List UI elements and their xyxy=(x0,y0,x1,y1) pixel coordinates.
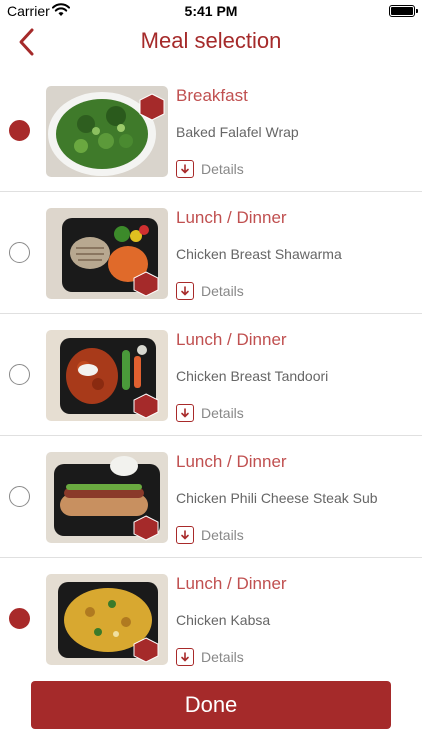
details-label: Details xyxy=(201,527,244,543)
meal-row-tandoori[interactable]: Lunch / Dinner Chicken Breast Tandoori D… xyxy=(0,314,422,436)
meal-name: Chicken Kabsa xyxy=(176,612,271,628)
select-radio[interactable] xyxy=(9,486,30,507)
select-radio[interactable] xyxy=(9,608,30,629)
details-label: Details xyxy=(201,161,244,177)
download-arrow-icon xyxy=(176,404,194,422)
download-arrow-icon xyxy=(176,160,194,178)
status-bar: Carrier 5:41 PM xyxy=(0,0,422,22)
details-label: Details xyxy=(201,649,244,665)
details-label: Details xyxy=(201,283,244,299)
download-arrow-icon xyxy=(176,282,194,300)
select-radio[interactable] xyxy=(9,242,30,263)
details-button[interactable]: Details xyxy=(176,525,244,545)
meal-list: Breakfast Baked Falafel Wrap Details Lun… xyxy=(0,70,422,680)
meal-type-label: Lunch / Dinner xyxy=(176,452,287,471)
meal-photo-sub xyxy=(46,452,168,543)
meal-row-shawarma[interactable]: Lunch / Dinner Chicken Breast Shawarma D… xyxy=(0,192,422,314)
clock: 5:41 PM xyxy=(184,3,238,19)
meal-photo-kabsa xyxy=(46,574,168,665)
details-button[interactable]: Details xyxy=(176,647,244,667)
meal-name: Chicken Breast Shawarma xyxy=(176,246,342,262)
done-button[interactable]: Done xyxy=(31,681,391,729)
meal-type-label: Breakfast xyxy=(176,86,248,105)
meal-photo-shawarma xyxy=(46,208,168,299)
meal-type-label: Lunch / Dinner xyxy=(176,208,287,227)
details-button[interactable]: Details xyxy=(176,159,244,179)
meal-name: Baked Falafel Wrap xyxy=(176,124,299,140)
meal-row-kabsa[interactable]: Lunch / Dinner Chicken Kabsa Details xyxy=(0,558,422,680)
meal-photo-salad xyxy=(46,86,168,177)
select-radio[interactable] xyxy=(9,120,30,141)
meal-row-cheese-steak[interactable]: Lunch / Dinner Chicken Phili Cheese Stea… xyxy=(0,436,422,558)
meal-name: Chicken Breast Tandoori xyxy=(176,368,329,384)
battery-icon xyxy=(389,5,418,17)
meal-type-label: Lunch / Dinner xyxy=(176,330,287,349)
select-radio[interactable] xyxy=(9,364,30,385)
navigation-bar: Meal selection xyxy=(0,22,422,64)
meal-name: Chicken Phili Cheese Steak Sub xyxy=(176,490,378,506)
meal-photo-tandoori xyxy=(46,330,168,421)
page-title: Meal selection xyxy=(140,28,282,53)
meal-type-label: Lunch / Dinner xyxy=(176,574,287,593)
details-button[interactable]: Details xyxy=(176,281,244,301)
details-button[interactable]: Details xyxy=(176,403,244,423)
download-arrow-icon xyxy=(176,648,194,666)
download-arrow-icon xyxy=(176,526,194,544)
meal-row-breakfast[interactable]: Breakfast Baked Falafel Wrap Details xyxy=(0,70,422,192)
details-label: Details xyxy=(201,405,244,421)
